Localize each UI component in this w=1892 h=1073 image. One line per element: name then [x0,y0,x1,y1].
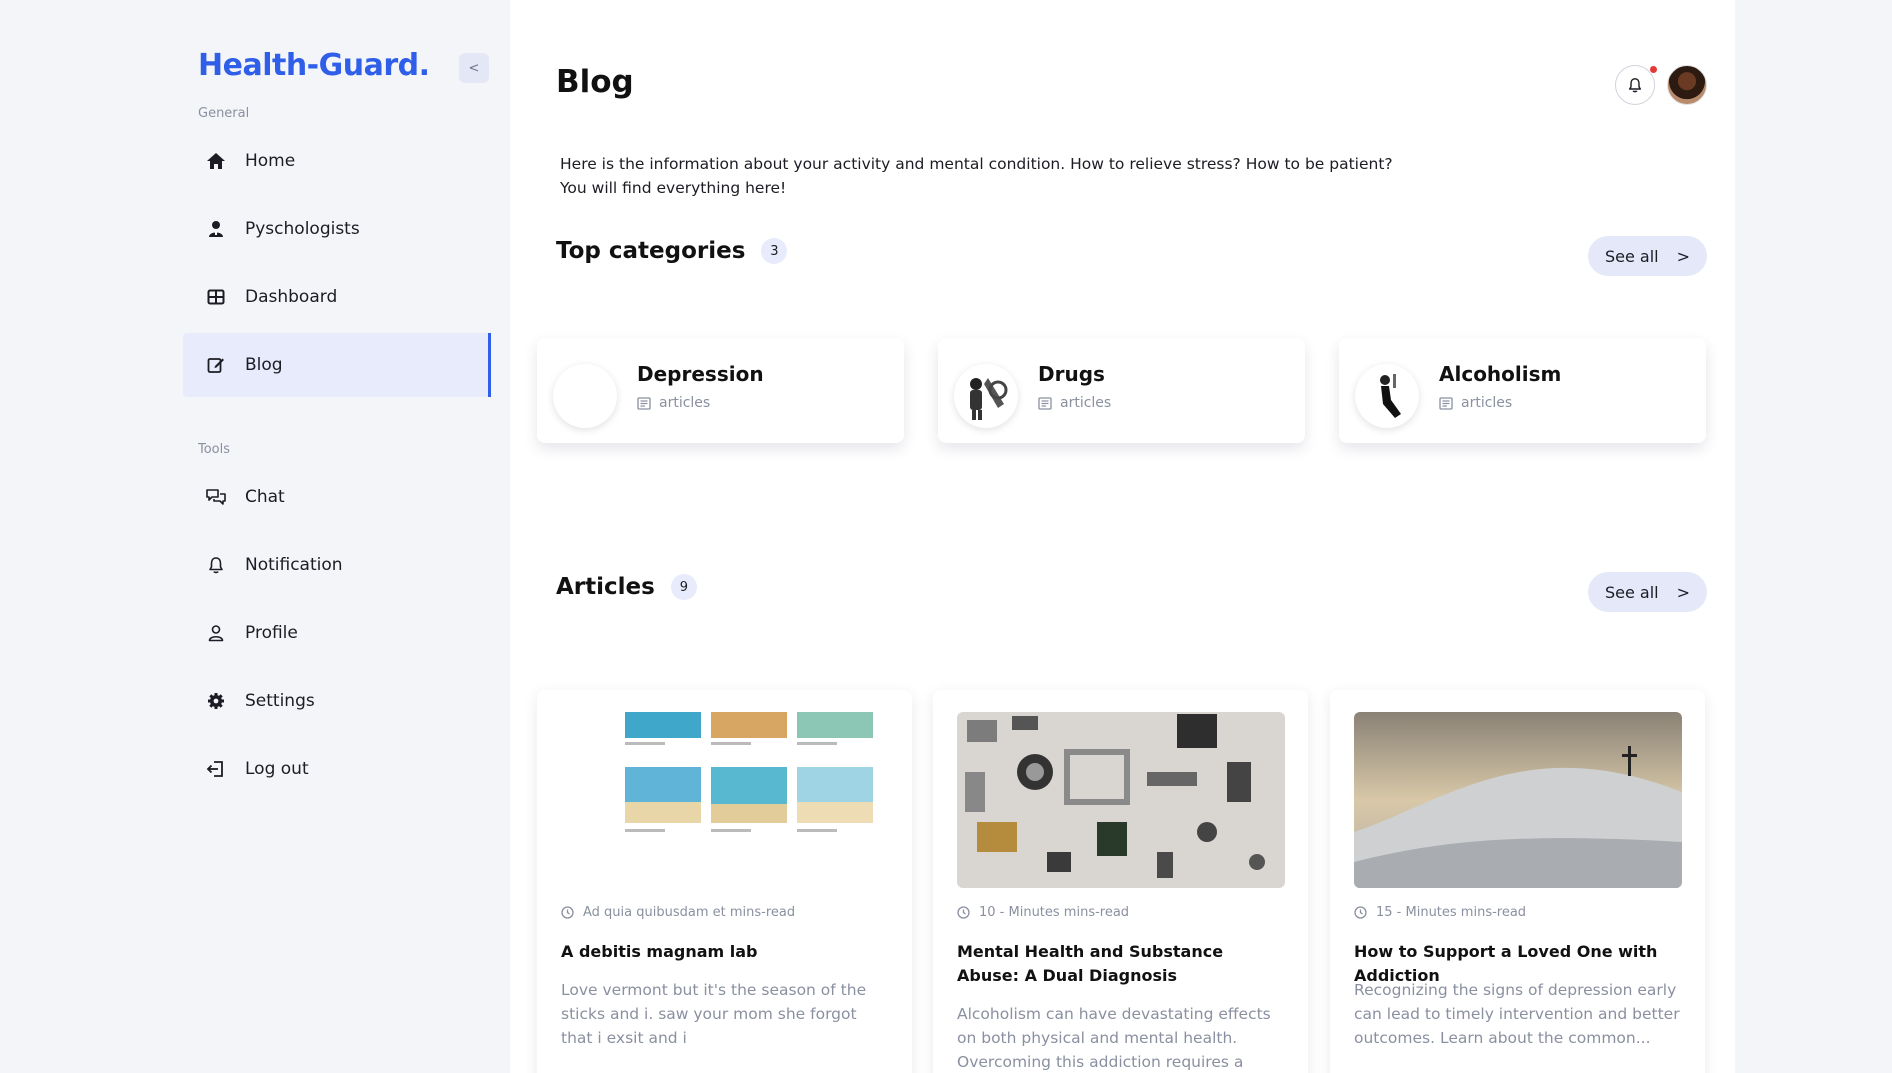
article-icon [637,396,651,410]
categories-title: Top categories [556,238,746,264]
categories-count-badge: 3 [761,238,788,264]
section-label-general: General [198,106,250,121]
sidebar-item-label: Log out [245,759,309,779]
gear-icon [205,690,227,712]
article-meta: Ad quia quibusdam et mins-read [561,905,795,920]
see-all-label: See all [1604,582,1659,602]
sidebar-item-label: Blog [245,355,283,375]
section-label-tools: Tools [198,442,231,457]
category-card-drugs[interactable]: Drugs articles [938,338,1305,443]
main-content: Blog Here is the information about your … [510,0,1735,1073]
chevron-right-icon: > [1676,582,1691,602]
category-subtitle: articles [1439,395,1512,411]
chat-icon [205,486,227,508]
category-name: Drugs [1038,362,1105,386]
intro-text: Here is the information about your activ… [560,155,1393,197]
article-title[interactable]: A debitis magnam lab [561,940,891,964]
article-excerpt: Alcoholism can have devastating effects … [957,1005,1271,1071]
app-logo[interactable]: Health-Guard. [198,48,430,83]
sidebar-item-settings[interactable]: Settings [183,669,491,733]
collapse-sidebar-button[interactable]: < [459,53,489,83]
sidebar-item-label: Home [245,151,296,171]
logout-icon [205,758,227,780]
article-icon [1038,396,1052,410]
article-card[interactable]: 15 - Minutes mins-read How to Support a … [1330,690,1705,1073]
article-image [957,712,1285,888]
sidebar-item-psychologists[interactable]: Pyschologists [183,197,491,261]
sidebar-item-label: Pyschologists [245,219,360,239]
sidebar-item-label: Notification [245,555,343,575]
notification-dot [1649,65,1658,74]
clock-icon [561,906,574,919]
category-card-alcoholism[interactable]: Alcoholism articles [1339,338,1706,443]
category-subtitle-text: articles [1060,395,1112,411]
categories-see-all-button[interactable]: See all > [1588,236,1707,276]
bell-icon [1628,78,1642,93]
sidebar-item-home[interactable]: Home [183,129,491,193]
category-thumbnail [553,364,617,428]
sidebar-item-label: Dashboard [245,287,338,307]
category-thumbnail [954,364,1018,428]
sidebar-item-chat[interactable]: Chat [183,465,491,529]
category-subtitle: articles [637,395,710,411]
bell-icon [205,554,227,576]
sidebar: Health-Guard. < General Home Pyschologis… [0,0,508,1073]
article-excerpt: Recognizing the signs of depression earl… [1354,981,1680,1047]
articles-see-all-button[interactable]: See all > [1588,572,1707,612]
category-name: Depression [637,362,764,386]
article-meta: 10 - Minutes mins-read [957,905,1129,920]
home-icon [205,150,227,172]
category-name: Alcoholism [1439,362,1562,386]
psychologist-icon [205,218,227,240]
category-subtitle-text: articles [1461,395,1513,411]
articles-count-badge: 9 [670,574,697,600]
sidebar-item-label: Profile [245,623,298,643]
chevron-right-icon: > [1676,246,1691,266]
sidebar-item-profile[interactable]: Profile [183,601,491,665]
categories-header: Top categories 3 [556,238,788,264]
category-card-depression[interactable]: Depression articles [537,338,904,443]
clock-icon [1354,906,1367,919]
article-meta: 15 - Minutes mins-read [1354,905,1526,920]
edit-icon [205,354,227,376]
category-subtitle-text: articles [659,395,711,411]
sidebar-item-label: Chat [245,487,285,507]
article-icon [1439,396,1453,410]
article-card[interactable]: 10 - Minutes mins-read Mental Health and… [933,690,1308,1073]
category-subtitle: articles [1038,395,1111,411]
articles-title: Articles [556,574,655,600]
sidebar-item-blog[interactable]: Blog [183,333,491,397]
see-all-label: See all [1604,246,1659,266]
article-card[interactable]: Ad quia quibusdam et mins-read A debitis… [537,690,912,1073]
sidebar-item-label: Settings [245,691,315,711]
article-image [1354,712,1682,888]
avatar[interactable] [1667,65,1707,105]
sidebar-item-notification[interactable]: Notification [183,533,491,597]
article-read-time: 10 - Minutes mins-read [979,905,1130,920]
sidebar-item-dashboard[interactable]: Dashboard [183,265,491,329]
article-read-time: 15 - Minutes mins-read [1376,905,1527,920]
article-title[interactable]: Mental Health and Substance Abuse: A Dua… [957,940,1287,988]
user-icon [205,622,227,644]
article-excerpt: Love vermont but it's the season of the … [561,981,867,1047]
article-image [561,712,889,888]
page-title: Blog [556,64,634,100]
category-thumbnail [1355,364,1419,428]
article-read-time: Ad quia quibusdam et mins-read [583,905,796,920]
articles-header: Articles 9 [556,574,697,600]
dashboard-icon [205,286,227,308]
clock-icon [957,906,970,919]
sidebar-item-logout[interactable]: Log out [183,737,491,801]
